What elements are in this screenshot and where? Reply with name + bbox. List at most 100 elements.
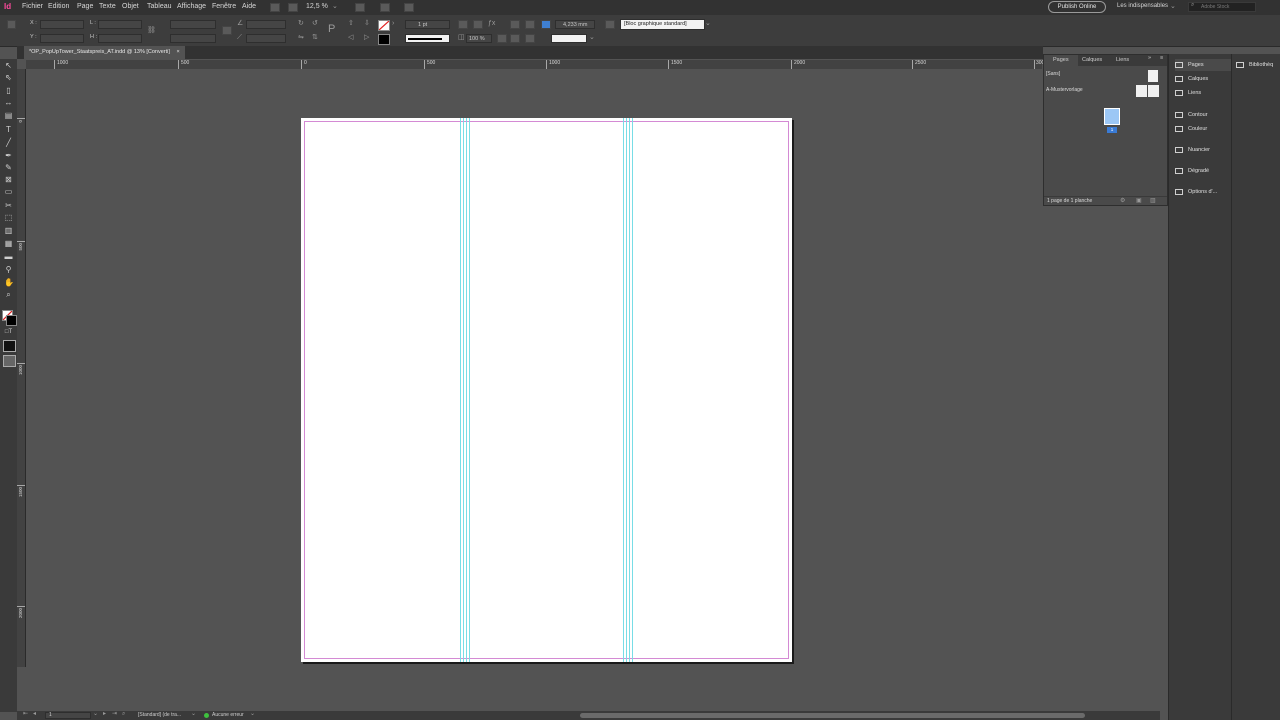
menu-page[interactable]: Page [77,3,93,10]
zoom-tool-icon[interactable]: ⌕ [4,290,13,299]
align-center-icon[interactable] [525,20,535,29]
effects-panel-icon[interactable] [497,34,507,43]
view-mode-normal-icon[interactable] [3,340,16,352]
rotate-cw-icon[interactable]: ↻ [298,19,304,28]
select-content-icon[interactable]: ⇩ [364,19,370,28]
chevron-down-icon[interactable]: ⌄ [250,710,255,719]
tab-liens[interactable]: Liens [1116,57,1129,63]
select-next-icon[interactable]: ▷ [364,33,369,42]
horizontal-scrollbar[interactable] [580,713,1085,718]
next-page-icon[interactable]: ▸ [103,710,106,719]
preflight-profile[interactable]: [Standard] (de tra... [138,712,181,718]
tab-calques[interactable]: Calques [1082,57,1102,63]
dock-item-pages[interactable]: Pages [1175,59,1231,71]
document-page[interactable] [301,118,792,662]
rotation-field[interactable] [246,20,286,29]
menu-tableau[interactable]: Tableau [147,3,172,10]
free-transform-tool-icon[interactable]: ⬚ [4,213,13,222]
direct-selection-tool-icon[interactable]: ⇖ [4,73,13,82]
stroke-swatch-black[interactable] [378,34,390,45]
chevron-down-icon[interactable]: ⌄ [705,19,711,28]
workspace-switcher[interactable]: Les indispensables [1117,3,1168,9]
master-none-thumbnail[interactable] [1148,70,1158,82]
text-wrap-icon[interactable] [510,34,520,43]
menu-objet[interactable]: Objet [122,3,139,10]
dock-item-couleur[interactable]: Couleur [1175,123,1231,135]
chevron-down-icon[interactable]: ⌄ [332,2,338,11]
flip-vertical-icon[interactable]: ⇅ [312,33,318,42]
object-style-select[interactable]: [Bloc graphique standard] [620,19,705,30]
dock-item-contour[interactable]: Contour [1175,109,1231,121]
page-tool-icon[interactable]: ▯ [4,86,13,95]
last-page-icon[interactable]: ⇥ [112,710,117,719]
scissors-tool-icon[interactable]: ✂ [4,201,13,210]
type-tool-icon[interactable]: T [4,125,13,134]
master-a-right-thumbnail[interactable] [1148,85,1159,97]
gradient-feather-tool-icon[interactable]: ▦ [4,239,13,248]
dock-item-options[interactable]: Options d'... [1175,186,1231,198]
master-none-label[interactable]: [Sans] [1046,71,1060,77]
opacity-field[interactable]: 100 % [466,34,492,43]
menu-texte[interactable]: Texte [99,3,116,10]
gradient-swatch-tool-icon[interactable]: ▥ [4,226,13,235]
menu-fichier[interactable]: Fichier [22,3,43,10]
dock-item-nuancier[interactable]: Nuancier [1175,144,1231,156]
chevron-down-icon[interactable]: ⌄ [589,33,595,42]
pencil-tool-icon[interactable]: ✎ [4,163,13,172]
x-field[interactable] [40,20,84,29]
line-tool-icon[interactable]: ╱ [4,138,13,147]
select-previous-icon[interactable]: ◁ [348,33,353,42]
close-icon[interactable]: × [176,49,179,55]
publish-online-button[interactable]: Publish Online [1048,1,1106,13]
align-left-icon[interactable] [510,20,520,29]
constrain-proportions-icon[interactable]: ⛓ [147,26,156,35]
flip-horizontal-icon[interactable]: ⇋ [298,33,304,42]
hand-tool-icon[interactable]: ✋ [4,278,14,287]
eyedropper-tool-icon[interactable]: ⚲ [4,265,13,274]
fx-bevel-icon[interactable] [473,20,483,29]
selection-tool-icon[interactable]: ↖ [4,61,13,70]
chevron-right-icon[interactable]: › [392,19,394,28]
stroke-weight-field[interactable]: 1 pt [405,20,450,29]
master-a-label[interactable]: A-Mustervorlage [1046,87,1083,93]
dock-item-liens[interactable]: Liens [1175,87,1231,99]
width-field[interactable] [98,20,142,29]
scale-y-field[interactable] [170,34,216,43]
preflight-search-icon[interactable]: ⌕ [122,710,125,719]
screen-mode-icon[interactable] [3,355,16,367]
constrain-scale-icon[interactable] [222,26,232,35]
edit-page-size-icon[interactable]: ⚙ [1120,197,1125,206]
stroke-color-swatch[interactable] [6,315,17,326]
first-page-icon[interactable]: ⇤ [23,710,28,719]
arrange-documents-icon[interactable] [404,3,414,12]
rectangle-frame-tool-icon[interactable]: ⊠ [4,175,13,184]
fx-shadow-icon[interactable] [458,20,468,29]
content-collector-icon[interactable]: ▤ [4,111,13,120]
new-page-icon[interactable]: ▣ [1136,197,1142,206]
tab-pages[interactable]: Pages [1044,55,1078,66]
dock-item-degrade[interactable]: Dégradé [1175,165,1231,177]
pathfinder-p-icon[interactable]: P [328,24,335,35]
fill-swatch-none[interactable] [378,20,390,31]
rectangle-tool-icon[interactable]: ▭ [4,187,13,196]
shear-field[interactable] [246,34,286,43]
master-a-left-thumbnail[interactable] [1136,85,1147,97]
formatting-affects-container-icon[interactable]: □T [4,328,13,337]
scale-x-field[interactable] [170,20,216,29]
dock-item-library[interactable]: Bibliothèq [1236,59,1280,71]
document-tab[interactable]: *OP_PopUpTower_Staatspreis_AT.indd @ 13%… [24,46,185,59]
bridge-icon[interactable] [270,3,280,12]
dimension-field[interactable]: 4,233 mm [555,20,595,29]
gap-tool-icon[interactable]: ↔ [4,98,13,107]
panel-menu-icon[interactable]: ≡ [1160,55,1163,61]
preflight-status[interactable]: Aucune erreur [212,712,244,718]
trash-icon[interactable]: ▥ [1150,197,1156,206]
stock-search-input[interactable]: Adobe Stock [1188,2,1256,12]
effects-fx-icon[interactable]: ƒx [488,19,495,28]
vertical-ruler[interactable]: 0 500 1000 1500 2000 [17,69,26,667]
zoom-level[interactable]: 12,5 % [306,3,328,10]
rotate-ccw-icon[interactable]: ↺ [312,19,318,28]
corner-shape-icon[interactable] [541,20,551,29]
dock-item-calques[interactable]: Calques [1175,73,1231,85]
chevron-down-icon[interactable]: ⌄ [1170,2,1176,11]
